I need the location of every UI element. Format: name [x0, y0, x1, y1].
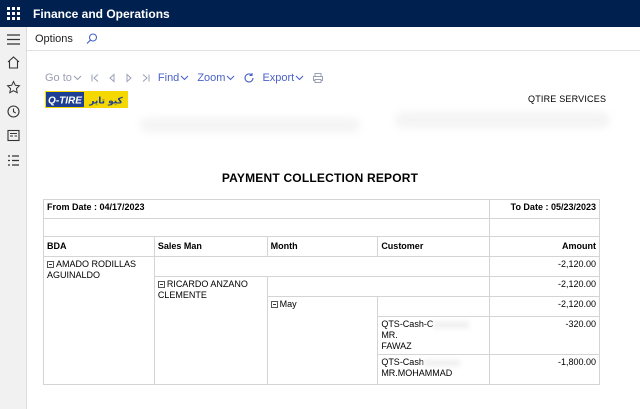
bda-cell: AMADO RODILLAS AGUINALDO	[43, 256, 155, 385]
app-launcher-icon[interactable]	[7, 7, 20, 20]
month-cell: May	[266, 296, 379, 385]
column-header-amount: Amount	[489, 236, 600, 257]
print-icon	[313, 73, 324, 83]
bda-name: AMADO RODILLAS AGUINALDO	[47, 259, 137, 280]
workspace-icon[interactable]	[6, 128, 21, 143]
salesman-name: RICARDO ANZANO CLEMENTE	[157, 279, 248, 300]
column-header-customer: Customer	[377, 236, 491, 257]
first-page-icon	[91, 74, 99, 82]
collapse-toggle-icon[interactable]	[47, 261, 54, 268]
export-label: Export	[262, 72, 295, 84]
next-page-icon	[126, 73, 132, 83]
home-icon[interactable]	[6, 55, 21, 70]
month-total: -2,120.00	[489, 296, 600, 317]
refresh-button[interactable]	[243, 72, 255, 84]
options-tab[interactable]: Options	[35, 33, 73, 45]
next-page-button[interactable]	[124, 73, 134, 83]
customer-name-line2: MR.MOHAMMAD	[381, 368, 453, 378]
column-header-sales-man: Sales Man	[153, 236, 268, 257]
redacted-header-text	[395, 112, 610, 128]
star-icon[interactable]	[6, 80, 21, 95]
redacted-text	[433, 320, 470, 329]
zoom-button[interactable]: Zoom	[197, 72, 236, 84]
customer-name-line2: FAWAZ	[381, 341, 412, 351]
export-button[interactable]: Export	[262, 72, 305, 84]
previous-page-button[interactable]	[107, 73, 117, 83]
header-row: BDA Sales Man Month Customer Amount	[43, 236, 600, 257]
bda-group-row: AMADO RODILLAS AGUINALDO -2,120.00	[43, 256, 600, 385]
customer-cell: QTS-Cash-C MR. FAWAZ	[377, 316, 491, 355]
chevron-down-icon	[227, 75, 235, 81]
chevron-down-icon	[295, 75, 304, 81]
chevron-down-icon	[73, 75, 82, 81]
spacer-row	[42, 218, 600, 237]
column-header-month: Month	[266, 236, 379, 257]
salesman-total: -2,120.00	[489, 276, 600, 297]
print-button[interactable]	[312, 72, 324, 84]
refresh-icon	[244, 73, 254, 83]
company-name: QTIRE SERVICES	[528, 94, 607, 104]
customer-name: QTS-Cash	[381, 357, 424, 367]
app-header-bar: Finance and Operations	[0, 0, 640, 27]
clock-icon[interactable]	[6, 104, 21, 119]
redacted-text	[423, 358, 460, 367]
customer-cell: QTS-Cash MR.MOHAMMAD	[377, 354, 491, 385]
customer-name-tail: MR.	[381, 330, 398, 340]
previous-page-icon	[109, 73, 115, 83]
search-icon[interactable]	[85, 32, 99, 46]
app-title[interactable]: Finance and Operations	[33, 7, 170, 21]
salesman-cell: RICARDO ANZANO CLEMENTE	[153, 276, 268, 385]
find-label: Find	[157, 72, 180, 84]
collapse-toggle-icon[interactable]	[270, 301, 278, 308]
report-title: PAYMENT COLLECTION REPORT	[221, 171, 419, 185]
collapse-toggle-icon[interactable]	[157, 281, 165, 288]
report-toolbar: Go to Find Zoom Export	[45, 70, 331, 86]
last-page-button[interactable]	[141, 73, 151, 83]
goto-label: Go to	[45, 72, 72, 84]
customer-amount: -1,800.00	[489, 354, 600, 385]
list-icon[interactable]	[6, 153, 21, 168]
report-table: From Date : 04/17/2023 To Date : 05/23/2…	[42, 199, 600, 385]
zoom-label: Zoom	[197, 72, 226, 84]
left-navigation	[0, 27, 27, 409]
logo-text: Q-TIRE	[48, 96, 82, 107]
chevron-down-icon	[180, 75, 189, 81]
action-pane: Options	[27, 27, 640, 51]
to-date: To Date : 05/23/2023	[489, 199, 600, 219]
goto-button[interactable]: Go to	[45, 72, 83, 84]
month-name: May	[279, 299, 297, 309]
date-range-row: From Date : 04/17/2023 To Date : 05/23/2…	[42, 199, 600, 219]
logo-arabic-text: كيو تاير	[88, 97, 123, 107]
first-page-button[interactable]	[90, 73, 100, 83]
customer-name: QTS-Cash-C	[381, 319, 434, 329]
redacted-header-text	[140, 118, 360, 132]
from-date: From Date : 04/17/2023	[42, 199, 491, 219]
company-logo: Q-TIRE كيو تاير	[45, 91, 128, 108]
hamburger-icon[interactable]	[6, 32, 21, 47]
customer-amount: -320.00	[489, 316, 600, 355]
bda-total: -2,120.00	[489, 256, 600, 277]
find-button[interactable]: Find	[158, 72, 190, 84]
last-page-icon	[142, 74, 150, 82]
column-header-bda: BDA	[43, 236, 155, 257]
